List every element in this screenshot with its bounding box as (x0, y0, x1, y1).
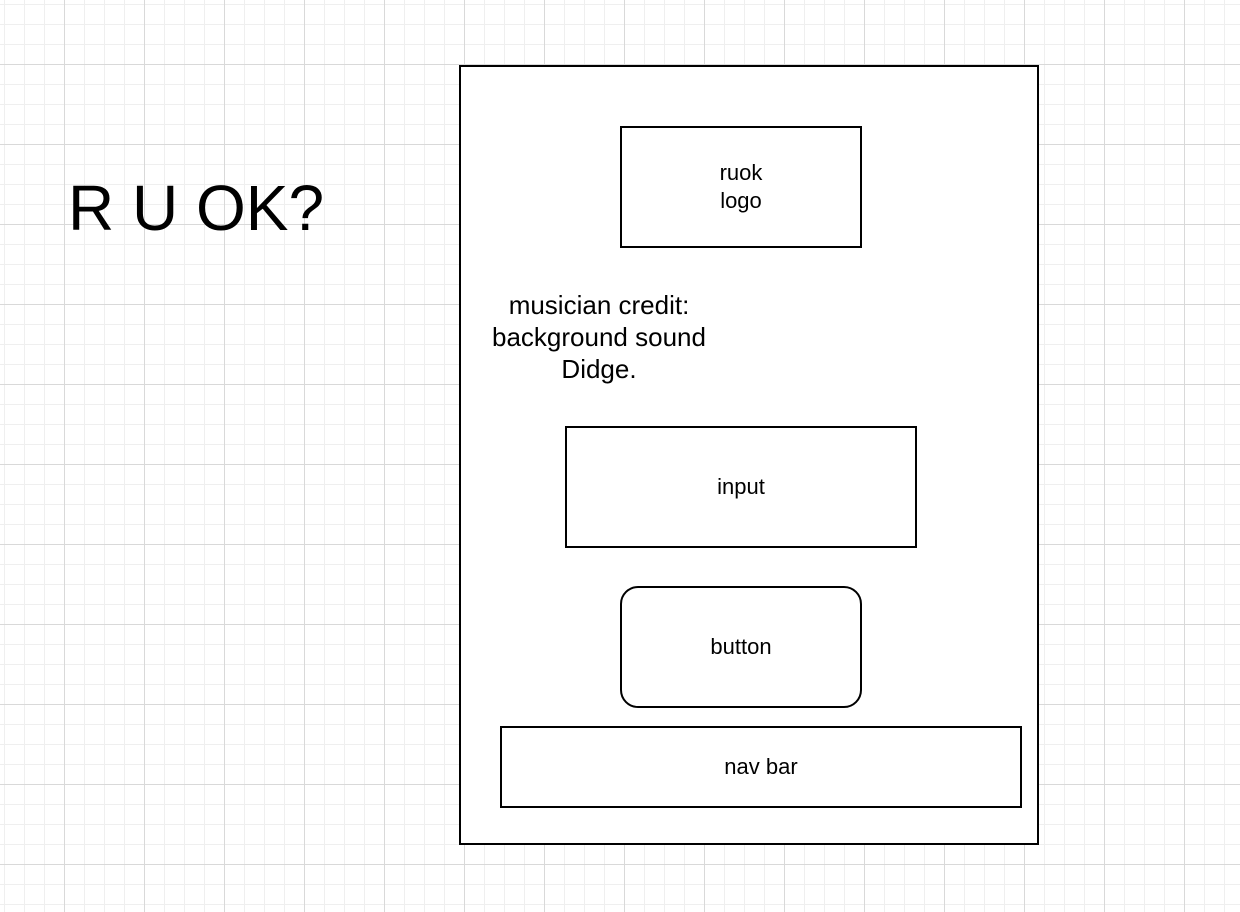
musician-credit: musician credit: background sound Didge. (479, 289, 719, 385)
logo-label-line-1: ruok (719, 160, 763, 185)
button-placeholder[interactable]: button (620, 586, 862, 708)
logo-placeholder: ruok logo (620, 126, 862, 248)
page-title: R U OK? (68, 172, 325, 244)
logo-label-line-2: logo (720, 188, 762, 213)
input-label: input (717, 474, 765, 499)
phone-screen-frame: ruok logo musician credit: background so… (459, 65, 1039, 845)
button-label: button (710, 634, 772, 659)
credit-line-1: musician credit: (508, 290, 690, 320)
input-placeholder[interactable]: input (565, 426, 917, 548)
nav-bar-label: nav bar (724, 754, 798, 779)
credit-line-2: background sound (492, 322, 706, 352)
credit-line-3: Didge. (561, 354, 637, 384)
nav-bar-placeholder[interactable]: nav bar (500, 726, 1022, 808)
